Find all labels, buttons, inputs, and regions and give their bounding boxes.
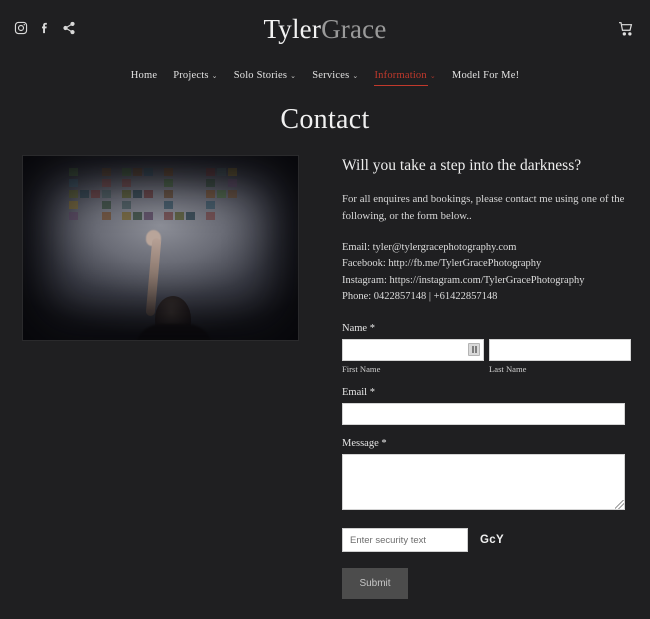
nav-item-projects[interactable]: Projects ⌄ xyxy=(173,70,218,84)
message-wrap xyxy=(342,454,625,511)
name-row: First Name Last Name xyxy=(342,339,631,374)
contact-photo xyxy=(22,155,299,341)
chevron-down-icon: ⌄ xyxy=(429,72,436,80)
shopping-cart-icon[interactable] xyxy=(618,21,634,37)
first-name-input[interactable] xyxy=(342,339,484,362)
main-navigation: Home Projects ⌄ Solo Stories ⌄ Services … xyxy=(0,56,650,86)
logo-second-word: Grace xyxy=(321,14,387,44)
email-label: Email * xyxy=(342,387,375,399)
logo-first-word: Tyler xyxy=(263,14,322,44)
intro-paragraph: For all enquires and bookings, please co… xyxy=(342,193,625,223)
chevron-down-icon: ⌄ xyxy=(211,72,218,80)
first-name-cell: First Name xyxy=(342,339,484,374)
email-field-group: Email * xyxy=(342,387,631,426)
chevron-down-icon: ⌄ xyxy=(290,72,297,80)
chevron-down-icon: ⌄ xyxy=(352,72,359,80)
contact-instagram[interactable]: Instagram: https://instagram.com/TylerGr… xyxy=(342,273,631,289)
nav-label: Home xyxy=(130,70,158,81)
site-logo[interactable]: TylerGrace xyxy=(0,16,650,43)
message-textarea[interactable] xyxy=(342,454,625,511)
last-name-sublabel: Last Name xyxy=(489,364,527,375)
nav-label: Model For Me! xyxy=(451,70,520,81)
email-input[interactable] xyxy=(342,403,625,426)
nav-item-model-for-me[interactable]: Model For Me! xyxy=(452,70,519,84)
section-heading: Will you take a step into the darkness? xyxy=(342,157,582,174)
name-field-group: Name * First Name Last Name xyxy=(342,323,631,374)
page-title: Contact xyxy=(280,104,370,135)
nav-item-information[interactable]: Information ⌄ xyxy=(374,70,436,86)
nav-item-solo-stories[interactable]: Solo Stories ⌄ xyxy=(234,70,297,84)
nav-label: Services xyxy=(312,70,350,81)
photo-vignette xyxy=(23,156,298,340)
nav-label: Information xyxy=(374,70,427,81)
nav-item-home[interactable]: Home xyxy=(131,70,157,84)
contact-phone[interactable]: Phone: 0422857148 | +61422857148 xyxy=(342,289,631,305)
name-label: Name * xyxy=(342,323,375,335)
contact-email[interactable]: Email: tyler@tylergracephotography.com xyxy=(342,240,631,256)
last-name-input[interactable] xyxy=(489,339,631,362)
right-column: Will you take a step into the darkness? … xyxy=(302,155,631,600)
contact-details: Email: tyler@tylergracephotography.com F… xyxy=(342,240,631,305)
first-name-sublabel: First Name xyxy=(342,364,381,375)
message-field-group: Message * xyxy=(342,438,631,511)
content-area: Will you take a step into the darkness? … xyxy=(0,136,650,600)
message-label: Message * xyxy=(342,438,387,450)
left-column xyxy=(22,155,302,599)
captcha-challenge-text: GcY xyxy=(480,534,504,547)
first-name-wrap xyxy=(342,339,484,362)
autofill-icon[interactable] xyxy=(468,343,480,357)
nav-label: Projects xyxy=(173,70,209,81)
submit-button[interactable]: Submit xyxy=(342,568,408,600)
last-name-cell: Last Name xyxy=(489,339,631,374)
contact-facebook[interactable]: Facebook: http://fb.me/TylerGracePhotogr… xyxy=(342,256,631,272)
captcha-row: GcY xyxy=(342,528,631,553)
nav-label: Solo Stories xyxy=(233,70,288,81)
site-header: TylerGrace xyxy=(0,0,650,56)
nav-item-services[interactable]: Services ⌄ xyxy=(312,70,358,84)
security-text-input[interactable] xyxy=(342,528,468,553)
contact-form: Name * First Name Last Name Email * Mess… xyxy=(342,323,631,600)
